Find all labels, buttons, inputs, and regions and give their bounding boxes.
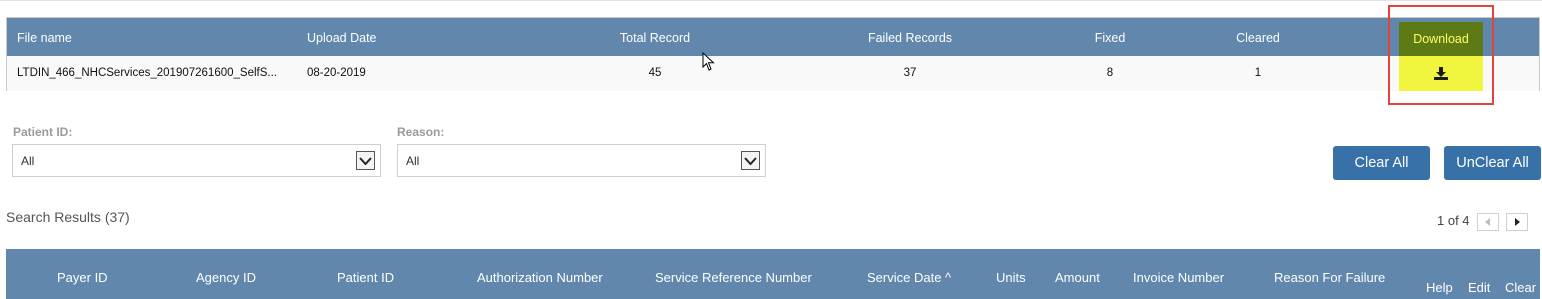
col-units[interactable]: Units	[996, 270, 1026, 285]
failed-records-cell: 37	[903, 67, 917, 79]
col-download: Download	[1399, 22, 1483, 56]
chevron-down-icon	[741, 151, 760, 170]
file-table-header: File name Upload Date Total Record Faile…	[7, 18, 1539, 56]
col-file-name: File name	[17, 31, 72, 45]
search-results-title: Search Results (37)	[6, 209, 130, 225]
results-table-header: Payer ID Agency ID Patient ID Authorizat…	[6, 249, 1540, 299]
col-cleared: Cleared	[1236, 31, 1280, 45]
download-icon	[1434, 67, 1448, 80]
reason-label: Reason:	[397, 125, 445, 139]
col-amount[interactable]: Amount	[1055, 270, 1100, 285]
fixed-cell: 8	[1106, 67, 1114, 79]
reason-select[interactable]: All	[397, 144, 766, 177]
col-payer-id[interactable]: Payer ID	[57, 270, 108, 285]
total-record-cell: 45	[648, 67, 662, 79]
pager-text: 1 of 4	[1437, 213, 1470, 228]
col-fixed: Fixed	[1094, 31, 1126, 45]
col-invoice-number[interactable]: Invoice Number	[1133, 270, 1224, 285]
next-page-button[interactable]	[1506, 213, 1528, 231]
file-name-cell: LTDIN_466_NHCServices_201907261600_SelfS…	[17, 67, 277, 79]
clear-all-button[interactable]: Clear All	[1333, 146, 1430, 180]
col-service-date[interactable]: Service Date ^	[867, 270, 951, 285]
patient-id-value: All	[21, 154, 35, 168]
mouse-pointer-icon	[702, 52, 715, 71]
col-total-record: Total Record	[619, 31, 691, 45]
patient-id-select[interactable]: All	[12, 144, 381, 177]
col-reason-for-failure[interactable]: Reason For Failure	[1274, 270, 1385, 285]
file-summary-table: File name Upload Date Total Record Faile…	[6, 17, 1540, 91]
previous-page-button[interactable]	[1477, 213, 1499, 231]
col-edit: Edit	[1468, 280, 1491, 295]
col-clear: Clear	[1505, 280, 1537, 295]
chevron-left-icon	[1485, 218, 1490, 226]
top-divider	[0, 0, 1542, 1]
unclear-all-button[interactable]: UnClear All	[1444, 146, 1541, 180]
col-failed-records: Failed Records	[867, 31, 953, 45]
upload-date-cell: 08-20-2019	[307, 67, 366, 79]
download-button[interactable]	[1399, 56, 1483, 91]
col-service-reference-number[interactable]: Service Reference Number	[655, 270, 812, 285]
col-help: Help	[1426, 280, 1453, 295]
patient-id-label: Patient ID:	[13, 125, 73, 139]
col-authorization-number[interactable]: Authorization Number	[477, 270, 603, 285]
chevron-right-icon	[1515, 218, 1520, 226]
reason-value: All	[406, 154, 420, 168]
file-table-row: LTDIN_466_NHCServices_201907261600_SelfS…	[7, 56, 1539, 91]
cleared-cell: 1	[1254, 67, 1262, 79]
col-agency-id[interactable]: Agency ID	[196, 270, 256, 285]
col-upload-date: Upload Date	[307, 31, 377, 45]
chevron-down-icon	[356, 151, 375, 170]
col-patient-id[interactable]: Patient ID	[337, 270, 394, 285]
